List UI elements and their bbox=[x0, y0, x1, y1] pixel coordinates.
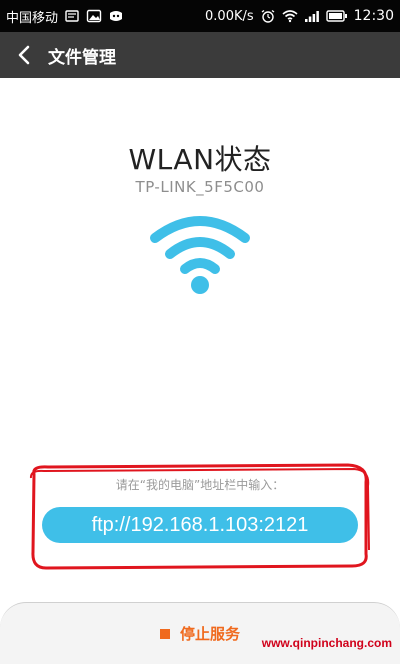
sync-icon bbox=[65, 10, 79, 22]
address-hint: 请在“我的电脑”地址栏中输入： bbox=[115, 478, 285, 492]
chevron-left-icon bbox=[18, 45, 30, 65]
back-button[interactable] bbox=[10, 41, 38, 69]
page-title: 文件管理 bbox=[48, 47, 116, 68]
stop-service-button[interactable]: 停止服务 bbox=[0, 602, 400, 664]
image-icon bbox=[86, 9, 102, 23]
app-header: 文件管理 bbox=[0, 32, 400, 78]
game-icon bbox=[110, 11, 123, 21]
watermark: www.qinpinchang.com bbox=[261, 636, 392, 650]
wifi-status-icon bbox=[282, 10, 298, 23]
network-speed: 0.00K/s bbox=[205, 8, 254, 24]
carrier-label: 中国移动 bbox=[6, 10, 59, 26]
status-bar: 中国移动 0.00K/s 12:30 bbox=[0, 0, 400, 32]
wlan-status-title: WLAN状态 bbox=[128, 143, 272, 176]
signal-icon bbox=[304, 11, 319, 22]
wifi-icon bbox=[150, 216, 250, 294]
battery-icon bbox=[325, 10, 347, 22]
stop-service-label: 停止服务 bbox=[179, 625, 240, 643]
wifi-ssid: TP-LINK_5F5C00 bbox=[135, 178, 265, 196]
clock: 12:30 bbox=[353, 8, 394, 24]
status-bar-right: 0.00K/s 12:30 bbox=[205, 8, 394, 24]
alarm-icon bbox=[261, 9, 275, 23]
stop-icon bbox=[159, 628, 170, 639]
ftp-address-button[interactable]: ftp://192.168.1.103:2121 bbox=[42, 507, 358, 543]
ftp-address-text: ftp://192.168.1.103:2121 bbox=[91, 513, 309, 536]
status-bar-left: 中国移动 bbox=[6, 7, 124, 26]
